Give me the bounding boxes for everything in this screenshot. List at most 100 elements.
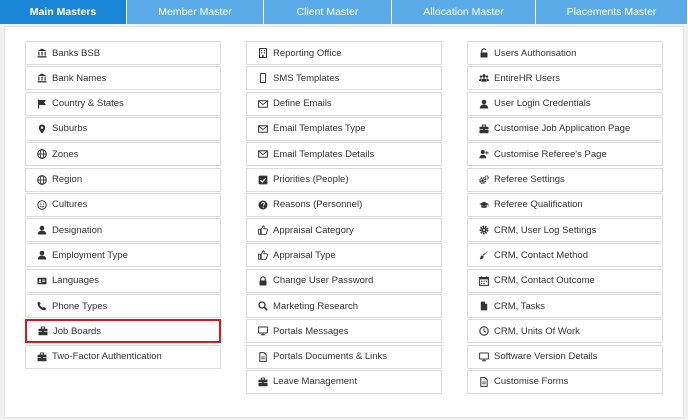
master-item-appraisal-type[interactable]: Appraisal Type	[246, 243, 442, 268]
master-item-label: Job Boards	[53, 325, 102, 337]
master-item-label: Employment Type	[52, 249, 128, 261]
master-item-label: Suburbs	[52, 123, 88, 135]
briefcase-icon	[38, 326, 48, 336]
master-item-label: Leave Management	[273, 376, 357, 388]
master-item-entirehr-users[interactable]: EntireHR Users	[467, 66, 663, 91]
master-item-suburbs[interactable]: Suburbs	[25, 116, 221, 141]
gear-icon	[479, 225, 489, 235]
master-item-label: Customise Job Application Page	[494, 123, 631, 135]
cogs-icon	[479, 174, 489, 185]
master-item-priorities-people[interactable]: Priorities (People)	[246, 167, 442, 192]
master-item-leave-management[interactable]: Leave Management	[246, 369, 442, 394]
document-icon	[479, 376, 489, 387]
bank-icon	[37, 48, 47, 58]
master-item-bank-names[interactable]: Bank Names	[25, 66, 221, 91]
master-item-users-authorisation[interactable]: Users Authorisation	[467, 41, 663, 65]
master-item-appraisal-category[interactable]: Appraisal Category	[246, 218, 442, 243]
master-item-label: Referee Settings	[494, 174, 565, 185]
thumbs-up-icon	[258, 250, 268, 261]
master-item-user-login-credentials[interactable]: User Login Credentials	[467, 91, 663, 116]
master-item-customise-job-application-page[interactable]: Customise Job Application Page	[467, 116, 663, 141]
master-item-label: Software Version Details	[494, 351, 598, 363]
master-item-designation[interactable]: Designation	[25, 218, 221, 243]
tab-client-master[interactable]: Client Master	[264, 0, 392, 24]
master-item-label: Users Authorisation	[494, 47, 577, 59]
master-item-job-boards[interactable]: Job Boards	[25, 319, 221, 344]
users-icon	[479, 73, 489, 83]
id-card-icon	[37, 276, 47, 286]
master-item-crm-contact-outcome[interactable]: CRM, Contact Outcome	[467, 268, 663, 293]
master-item-region[interactable]: Region	[25, 167, 221, 192]
master-item-customise-forms[interactable]: Customise Forms	[467, 369, 663, 394]
master-item-banks-bsb[interactable]: Banks BSB	[25, 41, 221, 65]
briefcase-icon	[479, 124, 489, 134]
master-item-country-and-states[interactable]: Country & States	[25, 91, 221, 116]
master-item-label: User Login Credentials	[494, 98, 591, 110]
master-item-reasons-personnel[interactable]: Reasons (Personnel)	[246, 192, 442, 217]
master-item-portals-messages[interactable]: Portals Messages	[246, 319, 442, 344]
master-tabs: Main Masters Member Master Client Master Al…	[0, 0, 688, 24]
user-icon	[37, 250, 47, 260]
tab-placements-master[interactable]: Placements Master	[536, 0, 688, 24]
master-item-label: CRM, Units Of Work	[494, 325, 580, 337]
master-item-cultures[interactable]: Cultures	[25, 192, 221, 217]
master-item-label: Country & States	[52, 98, 124, 110]
master-item-zones[interactable]: Zones	[25, 142, 221, 167]
master-item-define-emails[interactable]: Define Emails	[246, 91, 442, 116]
tab-main-masters[interactable]: Main Masters	[0, 0, 127, 24]
master-item-referee-qualification[interactable]: Referee Qualification	[467, 192, 663, 217]
bank-icon	[37, 73, 47, 83]
master-item-label: Customise Forms	[494, 376, 569, 388]
master-item-referee-settings[interactable]: Referee Settings	[467, 167, 663, 192]
master-item-change-user-password[interactable]: Change User Password	[246, 268, 442, 293]
master-item-label: Zones	[52, 148, 79, 160]
smile-icon	[37, 200, 47, 210]
master-item-label: Reporting Office	[273, 47, 342, 59]
document-icon	[258, 351, 268, 362]
user-plus-icon	[479, 149, 489, 159]
master-item-label: Region	[52, 174, 83, 185]
master-item-languages[interactable]: Languages	[25, 268, 221, 293]
master-item-marketing-research[interactable]: Marketing Research	[246, 294, 442, 318]
master-item-crm-contact-method[interactable]: CRM, Contact Method	[467, 243, 663, 268]
master-item-software-version-details[interactable]: Software Version Details	[467, 344, 663, 369]
master-item-email-templates-type[interactable]: Email Templates Type	[246, 116, 442, 141]
paint-brush-icon	[479, 250, 489, 260]
master-item-label: Two-Factor Authentication	[52, 351, 162, 363]
master-item-crm-units-of-work[interactable]: CRM, Units Of Work	[467, 319, 663, 344]
master-item-label: CRM, Contact Outcome	[494, 275, 595, 287]
briefcase-icon	[37, 352, 47, 362]
master-item-label: Bank Names	[52, 72, 107, 84]
master-item-email-templates-details[interactable]: Email Templates Details	[246, 142, 442, 167]
master-item-crm-user-log-settings[interactable]: CRM, User Log Settings	[467, 218, 663, 243]
master-item-label: Email Templates Type	[273, 123, 366, 135]
master-item-label: Define Emails	[273, 98, 332, 110]
master-item-phone-types[interactable]: Phone Types	[25, 294, 221, 318]
lock-icon	[258, 275, 268, 286]
master-item-crm-tasks[interactable]: CRM, Tasks	[467, 294, 663, 318]
master-item-label: Phone Types	[52, 300, 108, 312]
master-item-label: Portals Documents & Links	[273, 351, 388, 363]
master-item-label: Appraisal Type	[273, 249, 336, 261]
master-item-label: Portals Messages	[273, 325, 349, 337]
tab-member-master[interactable]: Member Master	[127, 0, 264, 24]
user-icon	[37, 225, 47, 235]
envelope-icon	[258, 149, 268, 159]
map-pin-icon	[37, 124, 47, 134]
master-item-two-factor-authentication[interactable]: Two-Factor Authentication	[25, 344, 221, 369]
check-square-icon	[258, 175, 268, 185]
phone-icon	[37, 301, 47, 311]
master-item-label: Customise Referee's Page	[494, 148, 607, 160]
master-item-portals-documents-and-links[interactable]: Portals Documents & Links	[246, 344, 442, 369]
globe-icon	[37, 174, 47, 185]
master-item-employment-type[interactable]: Employment Type	[25, 243, 221, 268]
master-item-label: Marketing Research	[273, 300, 359, 312]
master-item-customise-referee-s-page[interactable]: Customise Referee's Page	[467, 142, 663, 167]
master-item-sms-templates[interactable]: SMS Templates	[246, 66, 442, 91]
master-item-label: Cultures	[52, 199, 88, 211]
building-icon	[258, 48, 268, 58]
master-item-label: Change User Password	[273, 275, 374, 287]
master-item-reporting-office[interactable]: Reporting Office	[246, 41, 442, 65]
clock-icon	[479, 326, 489, 337]
tab-allocation-master[interactable]: Allocation Master	[392, 0, 536, 24]
